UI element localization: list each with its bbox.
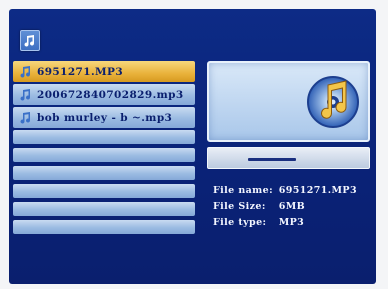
music-note-icon <box>20 88 31 101</box>
playback-progress-bar[interactable] <box>207 147 370 169</box>
list-item-empty[interactable] <box>13 220 195 234</box>
list-item-empty[interactable] <box>13 148 195 162</box>
list-item-empty[interactable] <box>13 202 195 216</box>
list-item[interactable]: 6951271.MP3 <box>13 61 195 82</box>
list-item[interactable]: bob murley - b ~.mp3 <box>13 107 195 128</box>
list-item-label: 6951271.MP3 <box>37 65 124 78</box>
file-name-value: 6951271.MP3 <box>278 185 357 196</box>
file-type-row: File type: MP3 <box>213 215 357 231</box>
list-item-label: bob murley - b ~.mp3 <box>37 111 173 124</box>
file-size-value: 6MB <box>278 201 306 212</box>
music-disc-icon <box>307 76 359 128</box>
file-name-label: File name: <box>213 185 273 196</box>
music-folder-icon[interactable] <box>20 30 40 51</box>
list-item-label: 200672840702829.mp3 <box>37 88 184 101</box>
file-type-value: MP3 <box>278 217 305 228</box>
music-note-icon <box>20 111 31 124</box>
file-info: File name: 6951271.MP3 File Size: 6MB Fi… <box>213 183 357 231</box>
music-note-glyph <box>24 34 35 47</box>
list-item-empty[interactable] <box>13 184 195 198</box>
media-player-screen: 6951271.MP3 200672840702829.mp3 bob murl… <box>9 9 376 284</box>
progress-fill <box>248 158 296 161</box>
music-note-icon <box>20 65 31 78</box>
file-size-label: File Size: <box>213 201 266 212</box>
media-preview-panel <box>207 61 370 142</box>
list-item[interactable]: 200672840702829.mp3 <box>13 84 195 105</box>
list-item-empty[interactable] <box>13 130 195 144</box>
file-name-row: File name: 6951271.MP3 <box>213 183 357 199</box>
file-size-row: File Size: 6MB <box>213 199 357 215</box>
file-type-label: File type: <box>213 217 267 228</box>
list-item-empty[interactable] <box>13 166 195 180</box>
file-list: 6951271.MP3 200672840702829.mp3 bob murl… <box>13 61 195 238</box>
